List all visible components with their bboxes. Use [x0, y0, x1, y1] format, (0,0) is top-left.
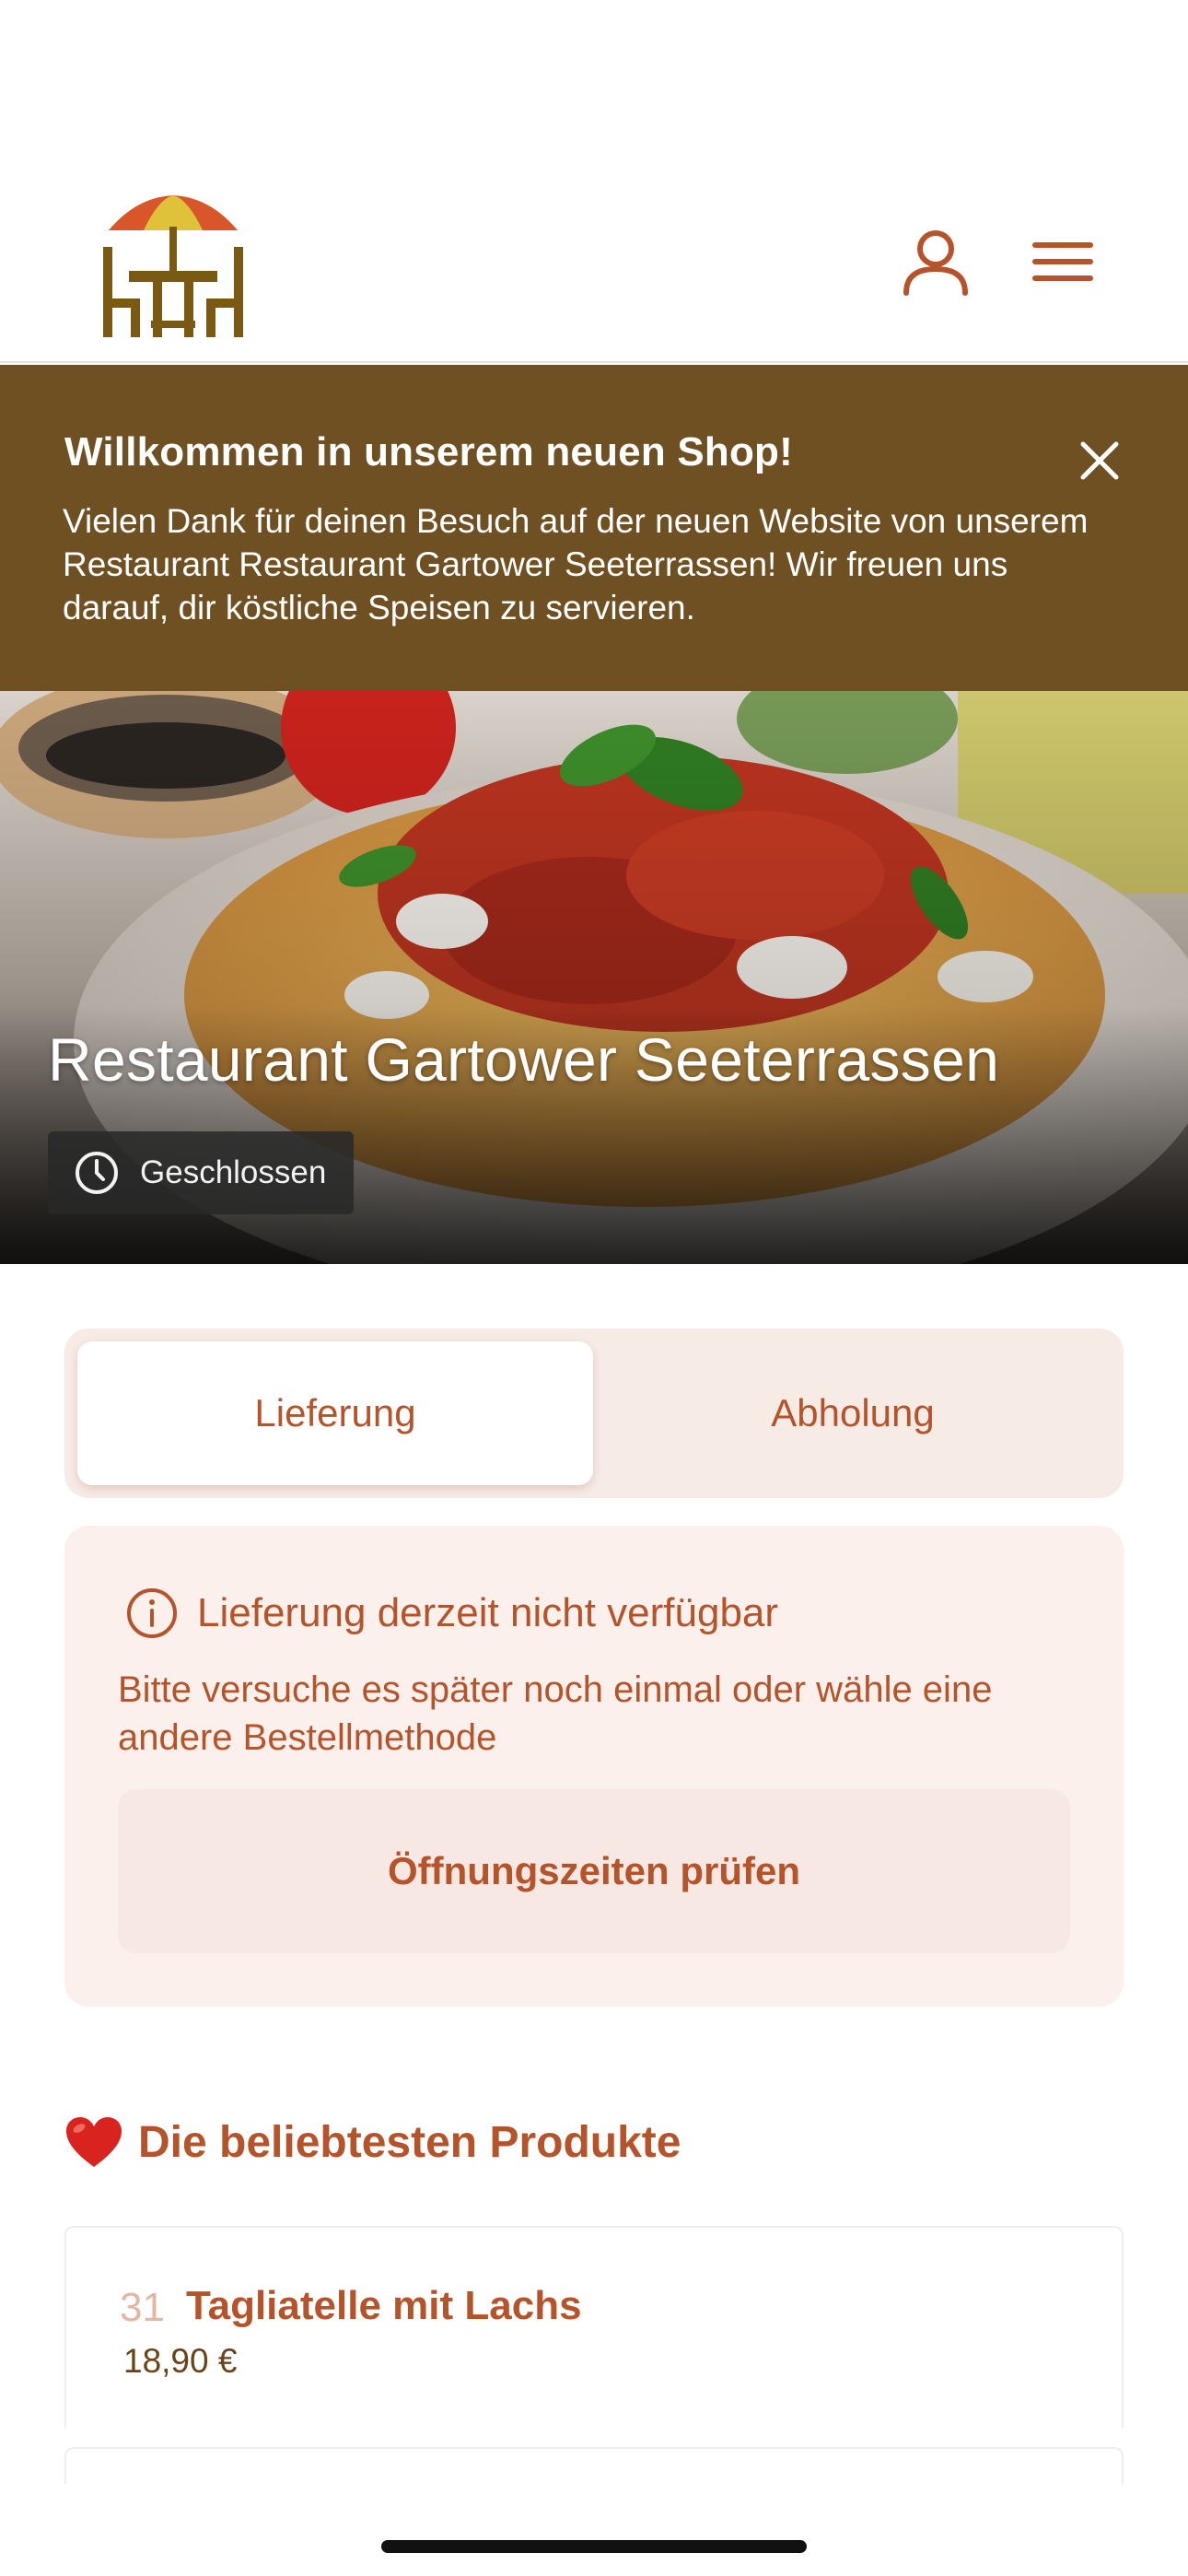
- heart-icon: [66, 2117, 122, 2167]
- hero-image: Restaurant Gartower Seeterrassen Geschlo…: [0, 691, 1188, 1264]
- restaurant-title: Restaurant Gartower Seeterrassen: [48, 1025, 1000, 1094]
- tab-delivery[interactable]: Lieferung: [77, 1341, 593, 1485]
- banner-title: Willkommen in unserem neuen Shop!: [64, 429, 793, 474]
- delivery-unavailable-alert: Lieferung derzeit nicht verfügbar Bitte …: [64, 1526, 1124, 2007]
- close-icon[interactable]: [1077, 439, 1122, 483]
- alert-heading: Lieferung derzeit nicht verfügbar: [125, 1587, 778, 1640]
- opening-status-badge: Geschlossen: [48, 1131, 355, 1214]
- clock-icon: [76, 1152, 118, 1194]
- user-icon[interactable]: [901, 227, 971, 297]
- restaurant-logo-icon[interactable]: [99, 192, 247, 339]
- info-icon: [127, 1588, 177, 1638]
- header: [0, 0, 1188, 363]
- opening-status-text: Geschlossen: [140, 1154, 327, 1190]
- product-price: 18,90 €: [123, 2342, 238, 2380]
- product-number: 31: [120, 2285, 165, 2330]
- product-card[interactable]: 31 Tagliatelle mit Lachs 18,90 €: [64, 2226, 1124, 2429]
- popular-products-title: Die beliebtesten Produkte: [138, 2117, 681, 2167]
- order-method-tabs: Lieferung Abholung: [64, 1329, 1124, 1498]
- check-opening-hours-button[interactable]: Öffnungszeiten prüfen: [118, 1789, 1070, 1953]
- product-name: Tagliatelle mit Lachs: [186, 2283, 582, 2328]
- alert-message: Bitte versuche es später noch einmal ode…: [118, 1669, 993, 1758]
- tab-pickup[interactable]: Abholung: [595, 1341, 1111, 1485]
- welcome-banner: Willkommen in unserem neuen Shop! Vielen…: [0, 365, 1188, 691]
- banner-text: Vielen Dank für deinen Besuch auf der ne…: [63, 502, 1089, 626]
- home-indicator: [381, 2540, 807, 2553]
- popular-products-heading: Die beliebtesten Produkte: [64, 2115, 681, 2169]
- product-card[interactable]: [64, 2447, 1124, 2484]
- alert-title: Lieferung derzeit nicht verfügbar: [197, 1590, 779, 1635]
- hamburger-menu-icon[interactable]: [1030, 227, 1100, 297]
